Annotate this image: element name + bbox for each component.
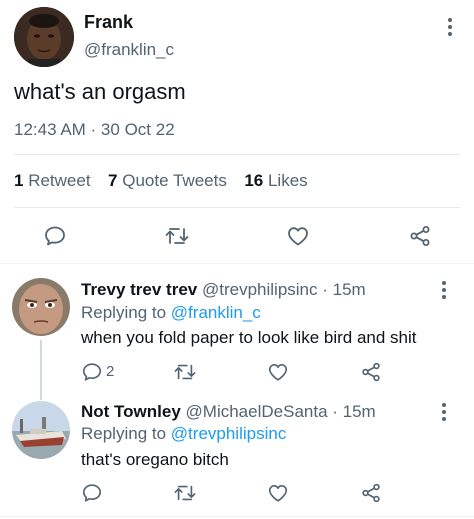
retweets-stat[interactable]: 1 Retweet bbox=[14, 171, 91, 190]
tweet-timestamp[interactable]: 12:43 AM · 30 Oct 22 bbox=[14, 120, 175, 140]
reply-header: Trevy trev trev @trevphilipsinc · 15m bbox=[81, 280, 366, 299]
divider bbox=[0, 516, 474, 517]
reply-avatar[interactable] bbox=[12, 401, 70, 459]
replying-to: Replying to @trevphilipsinc bbox=[81, 424, 287, 443]
divider bbox=[14, 207, 460, 208]
reply-icon[interactable] bbox=[81, 482, 103, 504]
replying-to-handle[interactable]: @franklin_c bbox=[171, 303, 261, 322]
thread-line bbox=[40, 340, 42, 400]
like-icon[interactable] bbox=[267, 482, 289, 504]
reply-icon[interactable] bbox=[81, 361, 103, 383]
reply-count: 2 bbox=[106, 363, 115, 380]
tweet-text: what's an orgasm bbox=[14, 79, 186, 104]
author-handle[interactable]: @franklin_c bbox=[84, 40, 174, 60]
replying-to: Replying to @franklin_c bbox=[81, 303, 261, 322]
reply-time[interactable]: 15m bbox=[333, 280, 366, 299]
like-icon[interactable] bbox=[286, 224, 310, 248]
retweet-icon[interactable] bbox=[173, 482, 197, 504]
author-name[interactable]: Frank bbox=[84, 12, 133, 33]
replying-to-handle[interactable]: @trevphilipsinc bbox=[171, 424, 287, 443]
reply-avatar[interactable] bbox=[12, 278, 70, 336]
reply-author-name[interactable]: Not Townley bbox=[81, 402, 181, 421]
reply-author-name[interactable]: Trevy trev trev bbox=[81, 280, 197, 299]
retweet-icon[interactable] bbox=[173, 361, 197, 383]
share-icon[interactable] bbox=[360, 361, 382, 383]
author-avatar[interactable] bbox=[14, 7, 74, 67]
tweet-stats: 1 Retweet 7 Quote Tweets 16 Likes bbox=[14, 171, 308, 191]
quote-tweets-stat[interactable]: 7 Quote Tweets bbox=[108, 171, 227, 190]
reply-icon[interactable] bbox=[43, 224, 67, 248]
reply-author-handle[interactable]: @trevphilipsinc bbox=[202, 280, 318, 299]
share-icon[interactable] bbox=[408, 224, 432, 248]
reply-header: Not Townley @MichaelDeSanta · 15m bbox=[81, 402, 376, 421]
reply-author-handle[interactable]: @MichaelDeSanta bbox=[186, 402, 328, 421]
divider bbox=[0, 263, 474, 264]
share-icon[interactable] bbox=[360, 482, 382, 504]
more-options-icon[interactable] bbox=[438, 280, 450, 300]
retweet-icon[interactable] bbox=[164, 224, 190, 248]
reply-text: that's oregano bitch bbox=[81, 450, 229, 469]
reply-text: when you fold paper to look like bird an… bbox=[81, 328, 417, 347]
reply-time[interactable]: 15m bbox=[343, 402, 376, 421]
like-icon[interactable] bbox=[267, 361, 289, 383]
divider bbox=[14, 154, 460, 155]
more-options-icon[interactable] bbox=[444, 16, 456, 38]
likes-stat[interactable]: 16 Likes bbox=[244, 171, 307, 190]
more-options-icon[interactable] bbox=[438, 402, 450, 422]
